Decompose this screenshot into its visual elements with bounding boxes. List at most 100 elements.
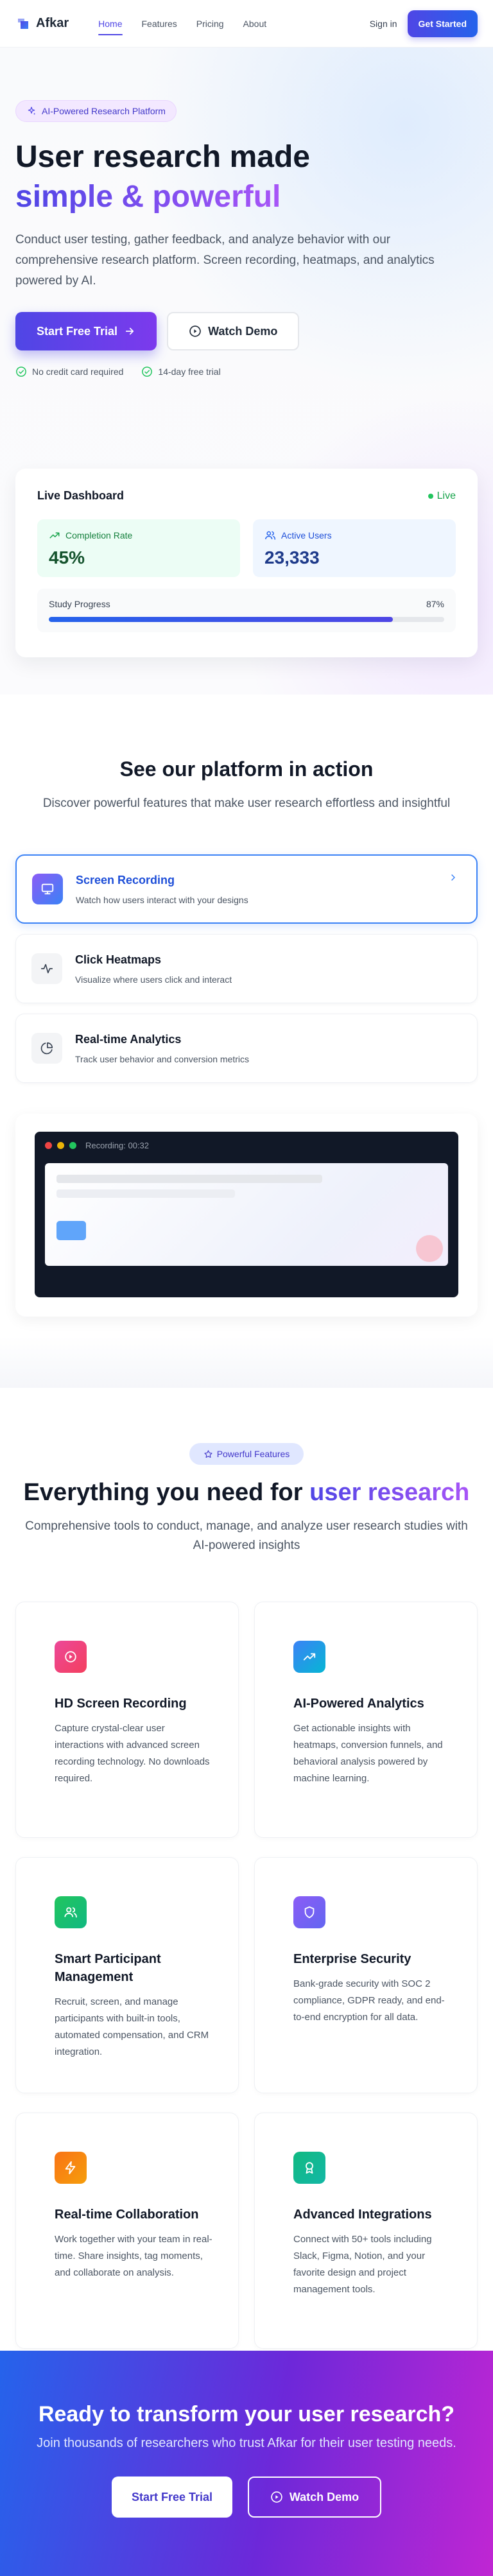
feature-tab-click-heatmaps[interactable]: Click Heatmaps Visualize where users cli…: [15, 934, 478, 1003]
cta-watch-demo-label: Watch Demo: [289, 2490, 359, 2503]
recording-timer: Recording: 00:32: [85, 1141, 150, 1150]
users-icon: [265, 531, 276, 540]
window-minimize-dot: [57, 1142, 64, 1149]
sparkle-icon: [28, 107, 36, 115]
cta-section: Ready to transform your user research? J…: [0, 2351, 493, 2576]
play-circle-icon: [189, 325, 201, 337]
award-icon: [293, 2152, 325, 2184]
feature-card-desc: Get actionable insights with heatmaps, c…: [293, 1723, 443, 1784]
live-status: Live: [428, 490, 456, 502]
check-circle-icon: [142, 367, 153, 377]
watch-demo-label: Watch Demo: [208, 324, 278, 338]
feature-card-desc: Recruit, screen, and manage participants…: [55, 1996, 209, 2057]
trending-up-icon: [293, 1641, 325, 1673]
feature-card-title: Real-time Collaboration: [55, 2208, 199, 2222]
progress-track: [49, 617, 444, 622]
brand-name: Afkar: [36, 16, 69, 30]
nav-link-pricing[interactable]: Pricing: [196, 16, 224, 31]
features-title-main: Everything you need for: [23, 1479, 303, 1506]
feature-card-desc: Work together with your team in real-tim…: [55, 2234, 212, 2278]
cta-watch-demo-button[interactable]: Watch Demo: [248, 2477, 381, 2518]
window-maximize-dot: [69, 1142, 76, 1149]
recording-preview-card: Recording: 00:32: [15, 1114, 478, 1317]
nav-link-about[interactable]: About: [243, 16, 267, 31]
cta-start-free-trial-button[interactable]: Start Free Trial: [112, 2477, 232, 2518]
top-navbar: Afkar Home Features Pricing About Sign i…: [0, 0, 493, 48]
live-dashboard-card: Live Dashboard Live Completion Rate 45%: [15, 469, 478, 657]
feature-card-title: Enterprise Security: [293, 1952, 411, 1966]
study-progress: Study Progress 87%: [37, 589, 456, 632]
nav-actions: Sign in Get Started: [370, 10, 478, 37]
feature-cards-grid: HD Screen Recording Capture crystal-clea…: [15, 1602, 478, 2349]
cta-actions: Start Free Trial Watch Demo: [0, 2477, 493, 2518]
feature-tab-screen-recording[interactable]: Screen Recording Watch how users interac…: [15, 854, 478, 924]
feature-tab-realtime-analytics[interactable]: Real-time Analytics Track user behavior …: [15, 1014, 478, 1083]
sign-in-link[interactable]: Sign in: [370, 19, 397, 29]
feature-tab-desc: Visualize where users click and interact: [75, 974, 232, 985]
recording-bar: Recording: 00:32: [45, 1141, 448, 1150]
activity-icon: [31, 953, 62, 984]
feature-card: Real-time Collaboration Work together wi…: [15, 2113, 239, 2349]
active-users-header: Active Users: [264, 530, 444, 541]
feature-tab-title: Click Heatmaps: [75, 953, 162, 966]
brand-logo[interactable]: Afkar: [15, 16, 69, 31]
check-label: No credit card required: [32, 367, 124, 377]
feature-card-title: Advanced Integrations: [293, 2208, 432, 2222]
feature-card-title: HD Screen Recording: [55, 1697, 187, 1711]
shield-icon: [293, 1896, 325, 1928]
start-free-trial-button[interactable]: Start Free Trial: [15, 312, 157, 350]
feature-card: AI-Powered Analytics Get actionable insi…: [254, 1602, 478, 1838]
hero-title-line1: User research made: [15, 140, 310, 174]
features-title: Everything you need for user research: [15, 1479, 478, 1507]
live-label: Live: [437, 490, 456, 501]
active-users-value: 23,333: [264, 548, 320, 567]
cta-subtitle: Join thousands of researchers who trust …: [37, 2436, 456, 2450]
window-close-dot: [45, 1142, 52, 1149]
trending-up-icon: [49, 532, 60, 539]
nav-link-features[interactable]: Features: [142, 16, 177, 31]
feature-tab-title: Screen Recording: [76, 873, 175, 886]
click-indicator: [416, 1235, 443, 1262]
chevron-right-icon: [451, 874, 455, 881]
nav-links: Home Features Pricing About: [98, 16, 267, 35]
skeleton-line: [56, 1175, 323, 1183]
check-item: 14-day free trial: [141, 366, 221, 377]
features-section: Powerful Features Everything you need fo…: [0, 1388, 493, 2398]
play-circle-icon: [55, 1641, 87, 1673]
feature-card-desc: Bank-grade security with SOC 2 complianc…: [293, 1978, 445, 2023]
hero-title: User research made simple & powerful: [15, 137, 478, 217]
feature-card: Enterprise Security Bank-grade security …: [254, 1857, 478, 2093]
feature-card: Advanced Integrations Connect with 50+ t…: [254, 2113, 478, 2349]
feature-tabs: Screen Recording Watch how users interac…: [15, 854, 478, 1083]
watch-demo-button[interactable]: Watch Demo: [167, 312, 300, 350]
nav-link-home[interactable]: Home: [98, 16, 123, 35]
progress-fill: [49, 617, 393, 622]
ai-badge: AI-Powered Research Platform: [15, 100, 177, 122]
live-dot-icon: [428, 493, 433, 499]
cta-title: Ready to transform your user research?: [38, 2402, 455, 2426]
dashboard-metrics: Completion Rate 45% Active Users 23,333: [37, 519, 456, 577]
dashboard-header: Live Dashboard Live: [37, 489, 456, 503]
feature-card: Smart Participant Management Recruit, sc…: [15, 1857, 239, 2093]
hero-actions: Start Free Trial Watch Demo: [15, 312, 478, 350]
feature-card: HD Screen Recording Capture crystal-clea…: [15, 1602, 239, 1838]
hero-description: Conduct user testing, gather feedback, a…: [15, 233, 435, 288]
check-label: 14-day free trial: [158, 367, 221, 377]
powerful-features-pill: Powerful Features: [189, 1443, 304, 1465]
get-started-button[interactable]: Get Started: [407, 10, 478, 37]
arrow-right-icon: [125, 327, 134, 335]
skeleton-line: [56, 1189, 236, 1198]
feature-tab-title: Real-time Analytics: [75, 1032, 182, 1046]
features-subtitle: Comprehensive tools to conduct, manage, …: [25, 1519, 468, 1552]
play-circle-icon: [271, 2491, 282, 2503]
check-circle-icon: [16, 367, 26, 377]
feature-tab-text: Real-time Analytics Track user behavior …: [75, 1033, 249, 1064]
badge-label: AI-Powered Research Platform: [42, 106, 166, 116]
users-icon: [55, 1896, 87, 1928]
hero-title-highlight: simple & powerful: [15, 180, 281, 214]
feature-tab-desc: Watch how users interact with your desig…: [76, 894, 248, 905]
feature-tab-text: Screen Recording Watch how users interac…: [76, 874, 248, 905]
hero-section: AI-Powered Research Platform User resear…: [0, 48, 493, 695]
study-progress-label: Study Progress: [49, 599, 110, 609]
study-progress-header: Study Progress 87%: [49, 599, 444, 609]
